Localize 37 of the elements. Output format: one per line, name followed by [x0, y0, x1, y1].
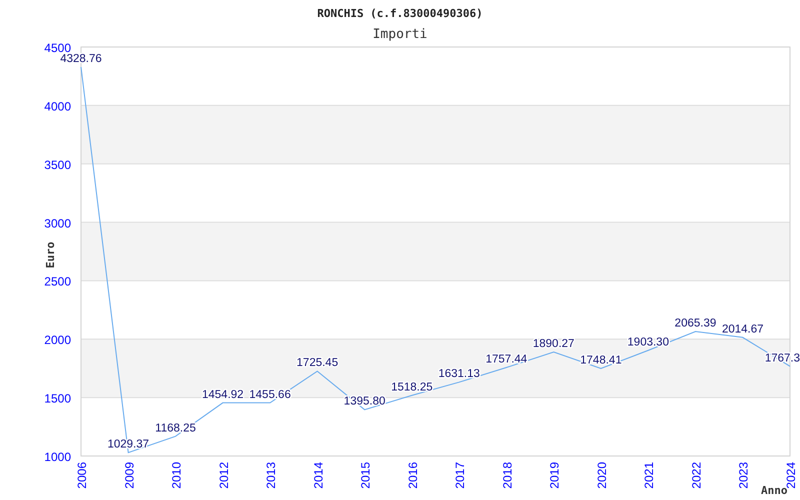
x-tick-label: 2012: [216, 462, 231, 489]
y-tick-label: 1500: [44, 392, 71, 406]
y-tick-label: 1000: [44, 450, 71, 464]
data-label: 1890.27: [532, 338, 574, 350]
y-axis-label: Euro: [44, 242, 57, 268]
x-tick-label: 2021: [642, 462, 656, 489]
data-label: 1748.41: [580, 354, 622, 367]
data-label: 1903.30: [627, 336, 669, 348]
chart-heading: RONCHIS (c.f.83000490306): [317, 7, 483, 20]
x-tick-label: 2020: [594, 462, 609, 489]
y-tick-label: 4500: [44, 41, 71, 55]
x-tick-label: 2016: [406, 462, 420, 489]
data-label: 1725.45: [296, 357, 338, 370]
data-label: 2014.67: [722, 323, 764, 336]
x-tick-label: 2010: [170, 462, 184, 489]
x-tick-label: 2018: [500, 462, 514, 489]
data-label: 1757.44: [486, 354, 528, 366]
data-label: 1631.13: [438, 368, 480, 380]
x-tick-label: 2009: [122, 462, 136, 489]
x-tick-label: 2017: [453, 462, 468, 489]
data-label: 1454.92: [202, 388, 244, 401]
data-label: 1518.25: [391, 381, 433, 394]
x-tick-label: 2014: [311, 462, 326, 489]
chart-title: Importi: [372, 27, 428, 42]
x-tick-label: 2019: [548, 462, 562, 489]
data-label: 4328.76: [60, 53, 102, 65]
y-tick-label: 2500: [44, 274, 71, 289]
x-tick-label: 2022: [689, 462, 704, 489]
data-label: 2065.39: [674, 318, 716, 330]
y-tick-label: 3500: [44, 158, 71, 172]
x-tick-label: 2006: [75, 462, 89, 489]
x-tick-label: 2015: [358, 462, 373, 489]
y-tick-label: 3000: [44, 216, 71, 230]
y-tick-label: 2000: [44, 333, 71, 348]
x-tick-label: 2023: [736, 462, 751, 489]
y-tick-label: 4000: [44, 99, 71, 114]
x-tick-label: 2013: [264, 462, 278, 489]
